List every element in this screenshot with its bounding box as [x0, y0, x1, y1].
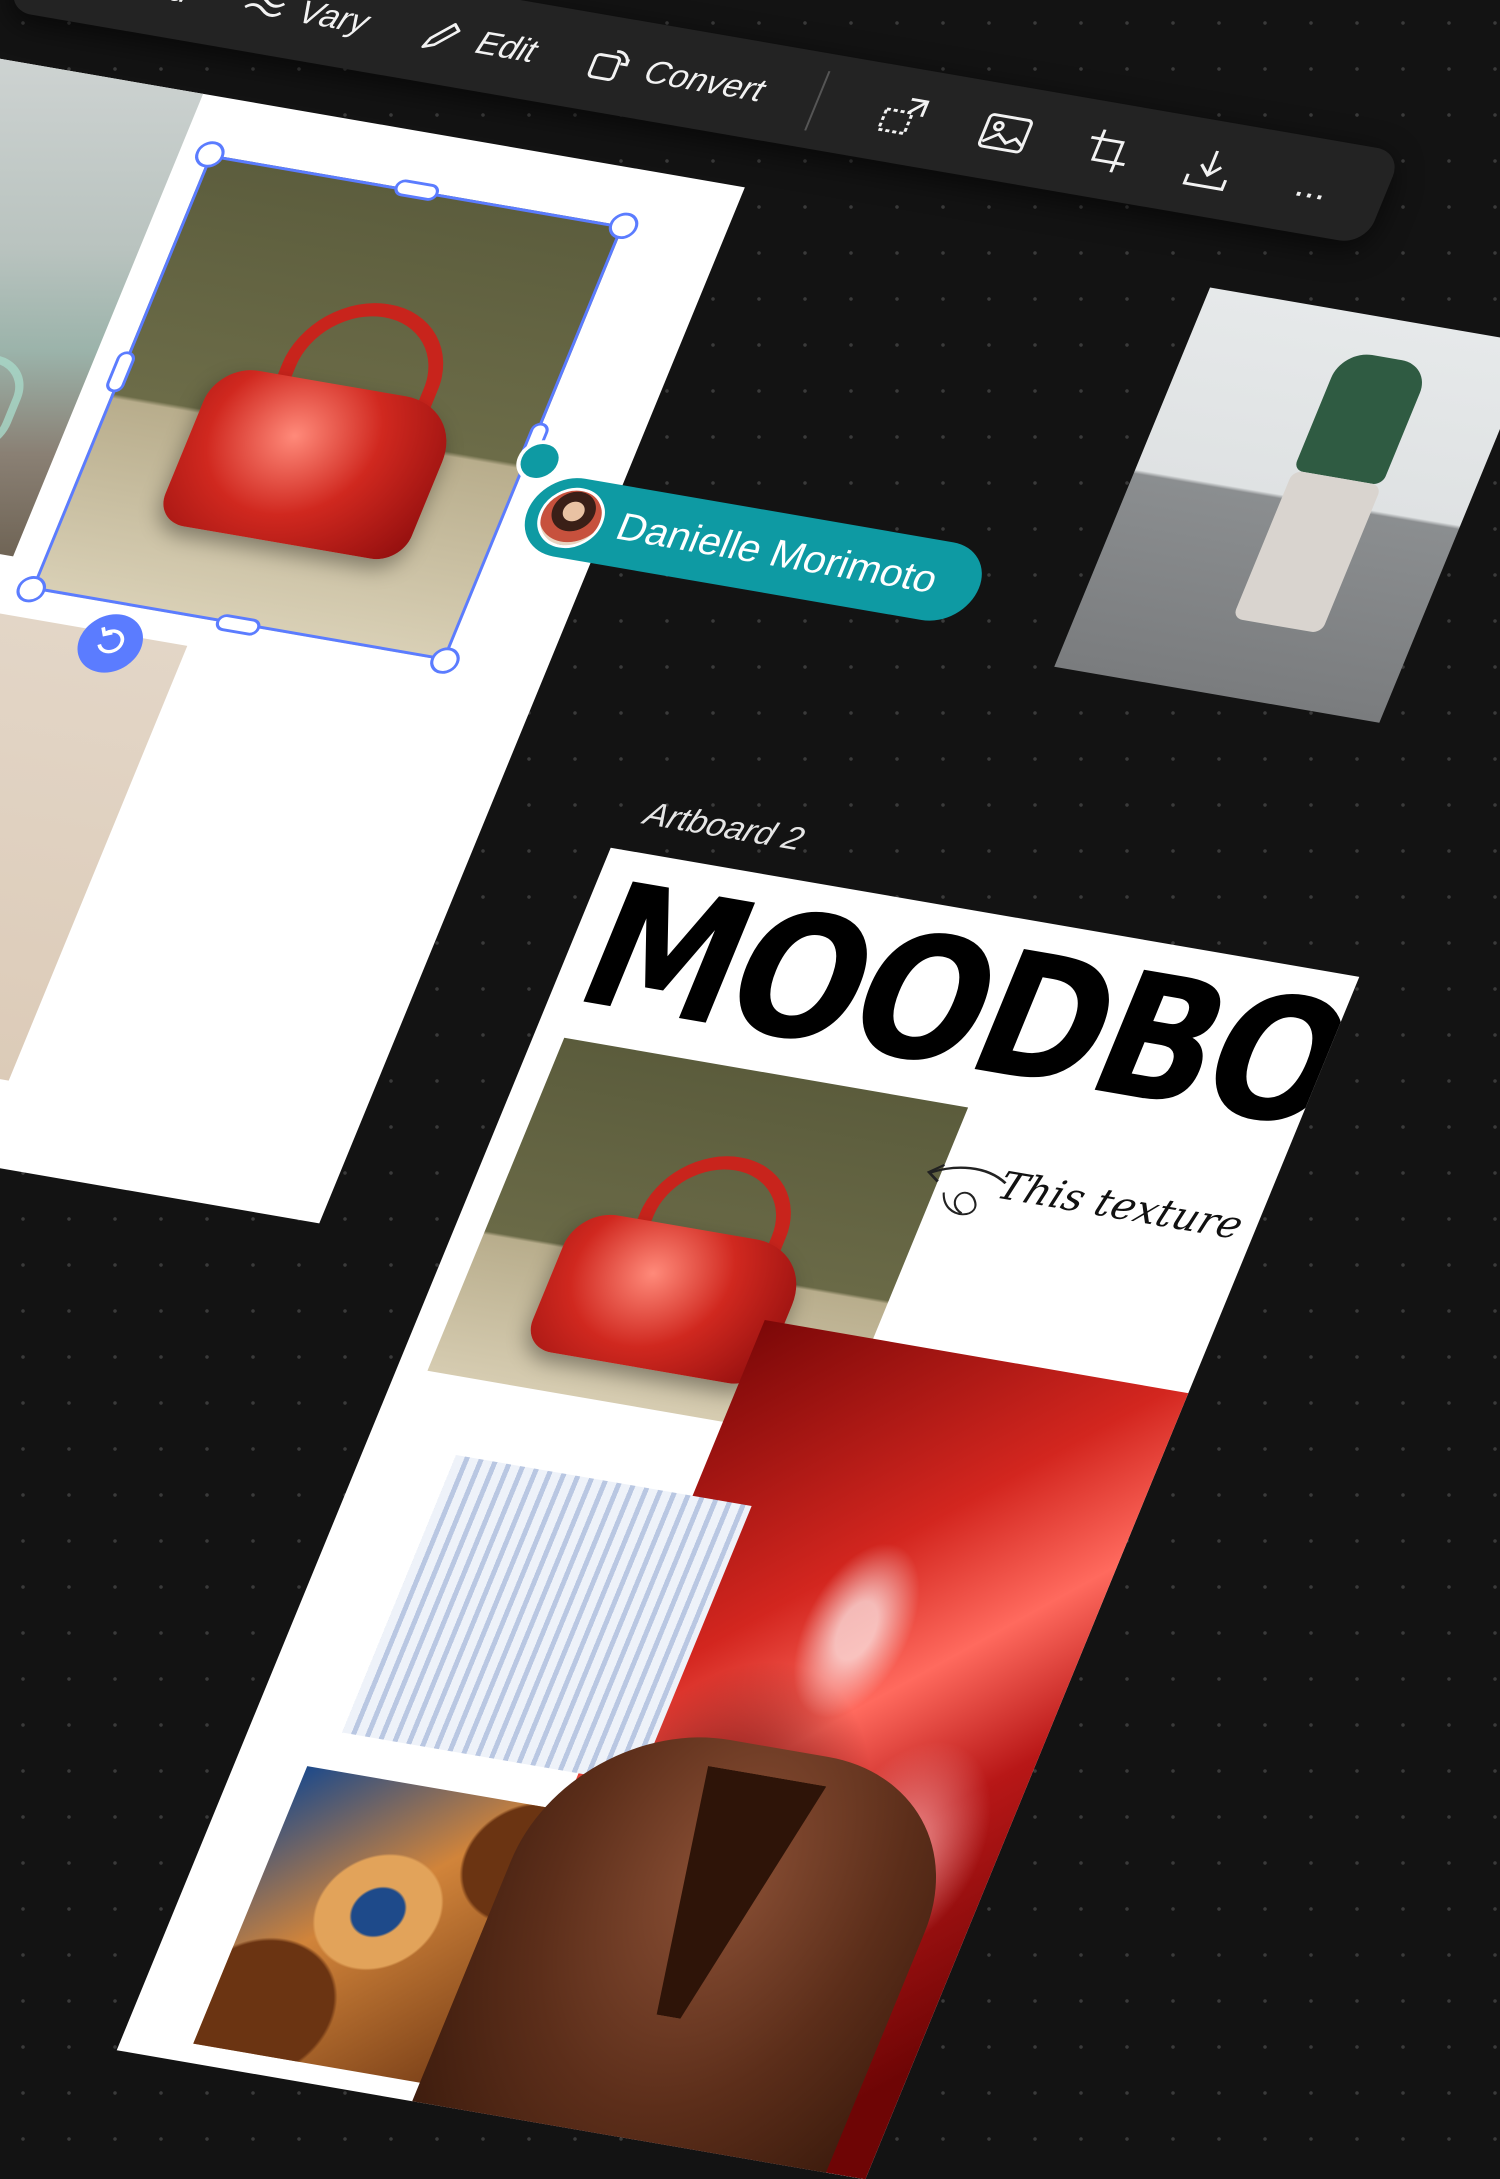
skater-image[interactable]	[1054, 287, 1500, 723]
edit-label: Edit	[470, 24, 543, 70]
sandal-strap	[0, 234, 5, 347]
more-icon[interactable]: ...	[1277, 158, 1348, 215]
avatar	[527, 482, 615, 553]
crop-icon[interactable]	[1072, 122, 1143, 179]
image-icon[interactable]	[970, 105, 1041, 162]
toolbar-divider	[804, 71, 831, 131]
collaborator-tag: Danielle Morimoto	[511, 471, 996, 628]
load-label: Load	[108, 0, 197, 10]
convert-button[interactable]: Convert	[580, 41, 771, 112]
wave-icon	[234, 0, 294, 29]
edit-button[interactable]: Edit	[412, 12, 544, 73]
rotate-icon	[86, 623, 134, 665]
handwritten-note[interactable]: This texture	[991, 1164, 1250, 1248]
vary-button[interactable]: Vary	[234, 0, 375, 44]
collaborator-name: Danielle Morimoto	[610, 505, 945, 601]
convert-icon	[580, 41, 640, 89]
skater-jacket	[1293, 349, 1432, 486]
load-button[interactable]: Load	[50, 0, 198, 13]
artboard-2-label[interactable]: Artboard 2	[638, 796, 810, 859]
download-icon[interactable]	[1175, 140, 1246, 197]
lamp-shade	[0, 623, 7, 860]
expand-icon[interactable]	[867, 87, 938, 144]
pencil-icon	[412, 12, 472, 60]
sandal-strap	[0, 335, 36, 461]
convert-label: Convert	[638, 53, 771, 109]
toolbar-tool-group: ...	[867, 87, 1348, 215]
canvas-scene: Load Vary Edit Convert	[0, 0, 1500, 2179]
jacket-lapel	[609, 1766, 826, 2027]
vary-label: Vary	[292, 0, 375, 41]
skater-pants	[1232, 470, 1382, 634]
